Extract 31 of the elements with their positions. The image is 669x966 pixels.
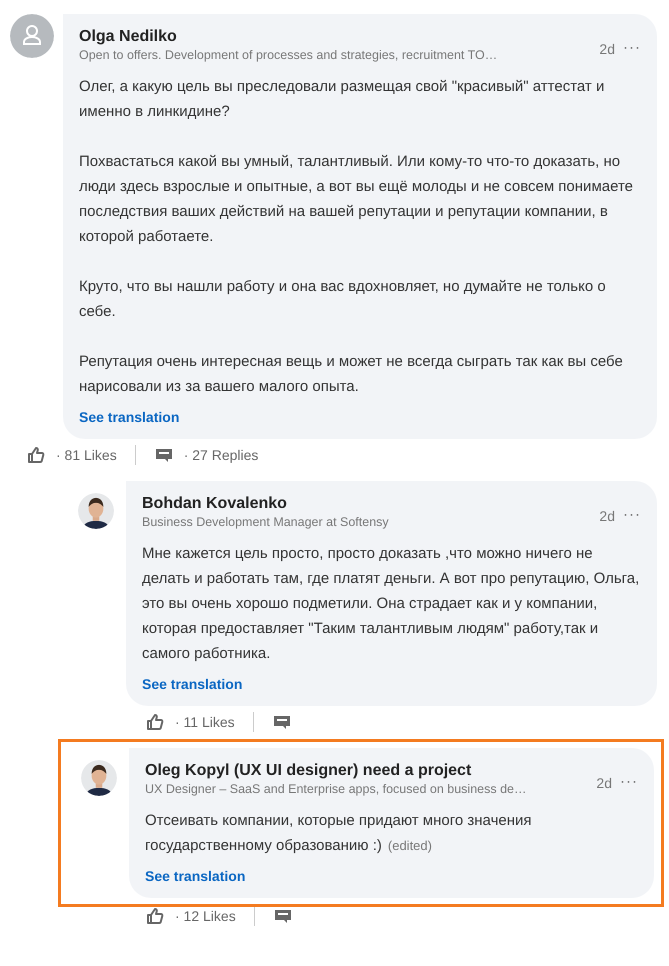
likes-count[interactable]: · 81 Likes (56, 447, 117, 463)
see-translation-link[interactable]: See translation (79, 409, 180, 425)
like-icon[interactable] (145, 712, 165, 732)
author-name[interactable]: Olga Nedilko (79, 28, 592, 46)
like-icon[interactable] (26, 445, 46, 465)
author-headline: UX Designer – SaaS and Enterprise apps, focused on business de… (145, 782, 528, 796)
author-headline: Open to offers. Development of processes and strategies, recruitment TO… (79, 48, 498, 62)
likes-count[interactable]: · 12 Likes (175, 908, 236, 924)
see-translation-link[interactable]: See translation (142, 676, 242, 692)
comment-text: Похвастаться какой вы умный, талантливый. Или кому-то что-то доказать, но люди здесь взрослые и опытные, а вот вы ещё молоды и не совсем понимаете последствия ваших действий на вашей репутации и репутации компании, в которой работаете. (79, 152, 634, 247)
more-button[interactable]: ··· (623, 39, 641, 56)
likes-count[interactable]: · 11 Likes (175, 714, 235, 730)
comment-text: Олег, а какую цель вы преследовали размещая свой "красивый" аттестат и именно в линкидине? (79, 77, 606, 122)
author-headline: Business Development Manager at Softensy (142, 515, 390, 529)
timestamp: 2d (596, 775, 612, 791)
timestamp: 2d (599, 508, 615, 524)
avatar[interactable] (78, 493, 114, 529)
timestamp: 2d (599, 41, 615, 57)
edited-label: (edited) (388, 838, 432, 853)
see-translation-link[interactable]: See translation (145, 868, 246, 884)
more-button[interactable]: ··· (620, 773, 638, 790)
more-button[interactable]: ··· (623, 506, 641, 523)
comment-text: Отсеивать компании, которые придают много значения государственному образованию :) (edited) (145, 811, 533, 856)
author-name[interactable]: Bohdan Kovalenko (142, 495, 592, 513)
avatar[interactable] (81, 760, 117, 796)
like-icon[interactable] (145, 906, 165, 926)
replies-count[interactable]: · 27 Replies (184, 447, 258, 463)
comment-text: Мне кажется цель просто, просто доказать ,что можно ничего не делать и работать там, где платят деньги. А вот про репутацию, Ольга, это вы очень хорошо подметили. Она страдает как и у компании, которая предоставляет "Таким талантливым людям" работу,так и самого работника. (142, 544, 640, 664)
comment-text: Репутация очень интересная вещь и может не всегда сыграть так как вы себе нарисовали из за вашего малого опыта. (79, 352, 624, 397)
comment-text: Круто, что вы нашли работу и она вас вдохновляет, но думайте не только о себе. (79, 277, 607, 322)
author-name[interactable]: Oleg Kopyl (UX UI designer) need a project (145, 762, 588, 780)
